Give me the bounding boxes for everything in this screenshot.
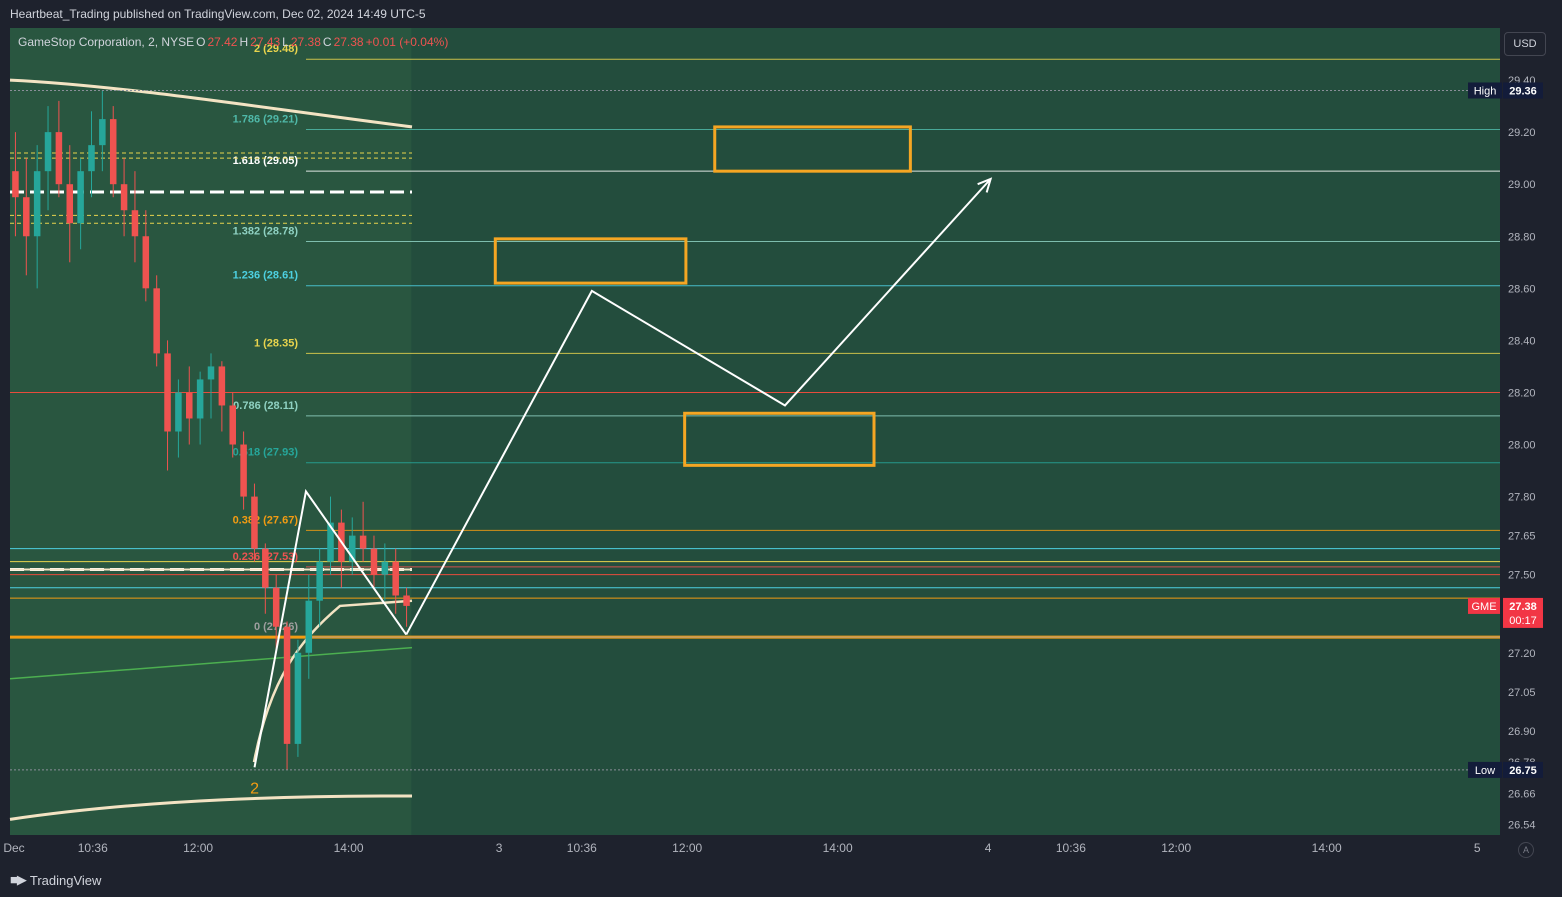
price-tick-label: 27.05 (1508, 687, 1536, 699)
candle-body (66, 184, 74, 224)
fib-level-label: 1.786 (29.21) (233, 114, 299, 126)
price-tick-label: 28.40 (1508, 335, 1536, 347)
legend-change: +0.01 (+0.04%) (366, 35, 449, 49)
tradingview-brand: TradingView (29, 872, 102, 888)
time-tick-label: 10:36 (1056, 841, 1086, 855)
price-tick-label: 28.80 (1508, 231, 1536, 243)
time-tick-label: 12:00 (672, 841, 702, 855)
candle-body (272, 587, 280, 627)
fib-level-label: 1 (28.35) (254, 337, 298, 349)
high-tag-label: High (1474, 85, 1497, 97)
price-tick-label: 27.50 (1508, 570, 1536, 582)
candle-body (12, 171, 19, 198)
price-tick-label: 27.20 (1508, 648, 1536, 660)
price-tick-label: 28.20 (1508, 387, 1536, 399)
time-tick-label: 14:00 (823, 841, 853, 855)
time-tick-label: 12:00 (1161, 841, 1191, 855)
candle-body (55, 132, 63, 185)
price-tick-label: 26.54 (1508, 820, 1536, 832)
time-tick-label: 4 (985, 841, 992, 855)
candle-body (294, 652, 302, 744)
candle-body (120, 184, 128, 211)
candle-body (33, 171, 41, 237)
fib-level-label: 1.618 (29.05) (233, 155, 299, 167)
price-tick-label: 26.66 (1508, 788, 1536, 800)
candle-body (88, 145, 95, 172)
currency-button[interactable]: USD (1504, 32, 1546, 56)
price-chart[interactable]: 2 (29.48)1.786 (29.21)1.618 (29.05)1.382… (0, 0, 1562, 862)
candle-body (229, 405, 236, 445)
fib-level-label: 1.382 (28.78) (233, 225, 299, 237)
price-tick-label: 26.90 (1508, 726, 1536, 738)
legend-close-value: 27.38 (334, 35, 364, 49)
candle-body (381, 561, 389, 575)
price-tick-label: 27.65 (1508, 531, 1536, 543)
footer-bar: ■▶ TradingView (0, 862, 1562, 897)
tradingview-logo[interactable]: ■▶ TradingView (10, 872, 101, 888)
legend-symbol: GameStop Corporation, 2, NYSE (18, 35, 194, 49)
legend-close-label: C (323, 35, 332, 49)
price-axis (1500, 28, 1562, 835)
high-tag-value: 29.36 (1509, 85, 1537, 97)
price-tick-label: 28.00 (1508, 440, 1536, 452)
last-price-countdown: 00:17 (1509, 615, 1537, 627)
price-tick-label: 29.00 (1508, 179, 1536, 191)
candle-body (240, 444, 247, 497)
last-price-symbol: GME (1471, 601, 1496, 613)
candle-body (77, 171, 84, 224)
time-tick-label: 5 (1474, 841, 1481, 855)
candle-body (207, 366, 215, 380)
price-tick-label: 29.20 (1508, 127, 1536, 139)
candle-body (283, 626, 291, 744)
candle-body (218, 366, 226, 406)
candle-body (316, 561, 323, 601)
legend-open-label: O (196, 35, 205, 49)
wave-label: 2 (250, 780, 259, 797)
candle-body (109, 119, 117, 185)
time-tick-label: 10:36 (78, 841, 108, 855)
legend-low-value: 27.38 (291, 35, 321, 49)
candle-body (262, 548, 269, 588)
legend-open-value: 27.42 (207, 35, 237, 49)
candle-body (251, 496, 258, 549)
time-tick-label: 12:00 (183, 841, 213, 855)
candle-body (164, 353, 171, 432)
tradingview-logo-icon: ■▶ (10, 872, 27, 887)
candle-body (392, 561, 399, 596)
price-tick-label: 27.80 (1508, 492, 1536, 504)
fib-level-label: 1.236 (28.61) (233, 270, 299, 282)
time-tick-label: 14:00 (1312, 841, 1342, 855)
candle-body (44, 132, 52, 172)
candle-body (23, 197, 30, 237)
candle-body (359, 535, 367, 549)
time-tick-label: 3 (496, 841, 503, 855)
candle-body (403, 595, 410, 606)
time-tick-label: 14:00 (334, 841, 364, 855)
fib-level-label: 0.382 (27.67) (233, 514, 299, 526)
price-tick-label: 28.60 (1508, 283, 1536, 295)
candle-body (142, 236, 150, 289)
time-tick-label: Dec (3, 841, 24, 855)
auto-scale-button[interactable]: A (1518, 842, 1534, 858)
legend-high-label: H (239, 35, 248, 49)
candle-body (131, 210, 139, 237)
low-tag-value: 26.75 (1509, 765, 1537, 777)
candle-body (186, 392, 193, 419)
candle-body (305, 600, 313, 653)
legend-high-value: 27.43 (250, 35, 280, 49)
candle-body (175, 392, 182, 432)
legend-low-label: L (282, 35, 289, 49)
time-tick-label: 10:36 (567, 841, 597, 855)
candle-body (196, 379, 204, 419)
fib-level-label: 0.786 (28.11) (233, 400, 298, 412)
low-tag-label: Low (1475, 765, 1495, 777)
candle-body (370, 548, 378, 575)
candle-body (153, 288, 160, 354)
last-price-value: 27.38 (1509, 601, 1537, 613)
candle-body (99, 119, 106, 146)
